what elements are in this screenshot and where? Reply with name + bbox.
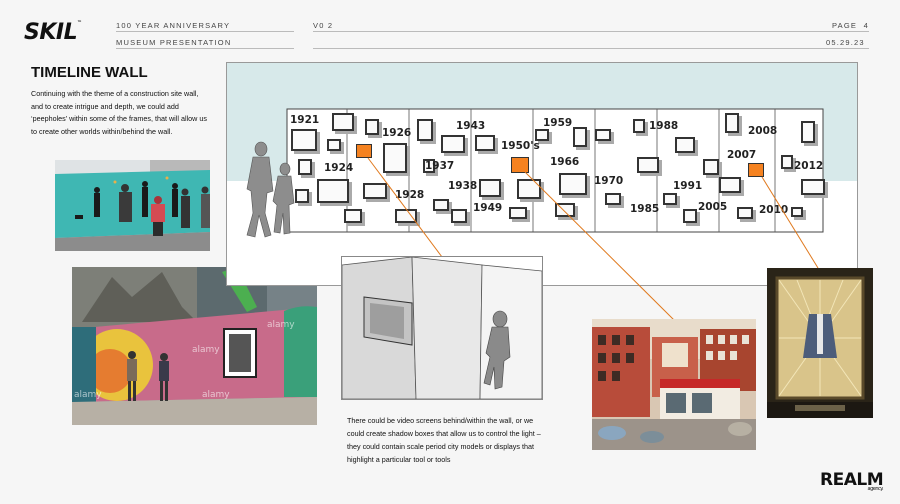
year-label: 2007 xyxy=(727,149,757,161)
year-label: 1988 xyxy=(649,120,679,132)
year-label: 1938 xyxy=(448,180,478,192)
picture-frame xyxy=(633,119,645,133)
picture-frame xyxy=(433,199,449,211)
picture-frame xyxy=(719,177,741,193)
picture-frame xyxy=(573,127,587,147)
year-label: 1943 xyxy=(456,120,486,132)
teal-wall-photo xyxy=(55,160,210,251)
picture-frame xyxy=(555,203,575,217)
peephole xyxy=(356,144,372,158)
year-label: 1959 xyxy=(543,117,573,129)
header-subtitle-2: MUSEUM PRESENTATION xyxy=(116,38,232,47)
picture-frame xyxy=(327,139,341,151)
picture-frame xyxy=(298,159,312,175)
year-label: 1924 xyxy=(324,162,354,174)
picture-frame xyxy=(559,173,587,195)
year-label: 2005 xyxy=(698,201,728,213)
picture-frame xyxy=(475,135,495,151)
picture-frame xyxy=(801,179,825,195)
year-label: 1921 xyxy=(290,114,320,126)
picture-frame xyxy=(663,193,677,205)
timeline-wall-sketch: 1921 1926 1924 1928 1937 1938 1943 1949 … xyxy=(226,62,858,286)
header-divider xyxy=(116,31,294,32)
year-label: 1950's xyxy=(501,140,540,152)
picture-frame xyxy=(675,137,695,153)
peephole xyxy=(511,157,529,173)
picture-frame xyxy=(703,159,719,175)
year-label: 1985 xyxy=(630,203,660,215)
picture-frame xyxy=(363,183,387,199)
picture-frame xyxy=(801,121,815,143)
picture-frame xyxy=(317,179,349,203)
stock-watermark: alamy xyxy=(192,345,220,355)
picture-frame xyxy=(517,179,541,199)
picture-frame xyxy=(441,135,465,153)
header-subtitle-1: 100 YEAR ANNIVERSARY xyxy=(116,21,231,30)
picture-frame xyxy=(791,207,803,217)
stock-watermark: alamy xyxy=(267,320,295,330)
year-label: 1970 xyxy=(594,175,624,187)
picture-frame xyxy=(605,193,621,205)
picture-frame xyxy=(291,129,317,151)
stock-watermark: alamy xyxy=(202,390,230,400)
year-label: 2010 xyxy=(759,204,789,216)
peephole xyxy=(748,163,764,177)
stock-watermark: alamy xyxy=(74,390,102,400)
header-divider xyxy=(116,48,294,49)
year-label: 1966 xyxy=(550,156,580,168)
year-label: 1949 xyxy=(473,202,503,214)
year-label: 1991 xyxy=(673,180,703,192)
picture-frame xyxy=(417,119,433,141)
year-label: 2012 xyxy=(794,160,824,172)
page-title: TIMELINE WALL xyxy=(31,64,148,81)
header-divider xyxy=(313,48,869,49)
header-divider xyxy=(313,31,869,32)
year-label: 1926 xyxy=(382,127,412,139)
picture-frame xyxy=(344,209,362,223)
picture-frame xyxy=(332,113,354,131)
picture-frame xyxy=(595,129,611,141)
header-date: 05.29.23 xyxy=(826,38,865,47)
year-label: 1937 xyxy=(425,160,455,172)
header-version: V0 2 xyxy=(313,21,334,30)
picture-frame xyxy=(395,209,417,223)
peephole-sketch xyxy=(341,256,543,400)
picture-frame xyxy=(637,157,659,173)
picture-frame xyxy=(725,113,739,133)
picture-frame xyxy=(365,119,379,135)
picture-frame xyxy=(479,179,501,197)
year-label: 2008 xyxy=(748,125,778,137)
picture-frame xyxy=(781,155,793,169)
skil-logo: SKIL™ xyxy=(24,20,82,45)
city-model-photo xyxy=(592,319,756,450)
picture-frame xyxy=(737,207,753,219)
caption-text: There could be video screens behind/with… xyxy=(347,416,541,464)
shop-window-photo xyxy=(767,268,873,418)
realm-logo: REALM agency. xyxy=(820,470,884,492)
picture-frame xyxy=(295,189,309,203)
picture-frame xyxy=(509,207,527,219)
year-label: 1928 xyxy=(395,189,425,201)
hoarding-wall-photo: alamy alamy alamy alamy xyxy=(72,267,317,425)
page-indicator: PAGE 4 xyxy=(832,21,870,30)
picture-frame xyxy=(383,143,407,173)
description-text: Continuing with the theme of a construct… xyxy=(31,89,207,136)
picture-frame xyxy=(451,209,467,223)
picture-frame xyxy=(683,209,697,223)
